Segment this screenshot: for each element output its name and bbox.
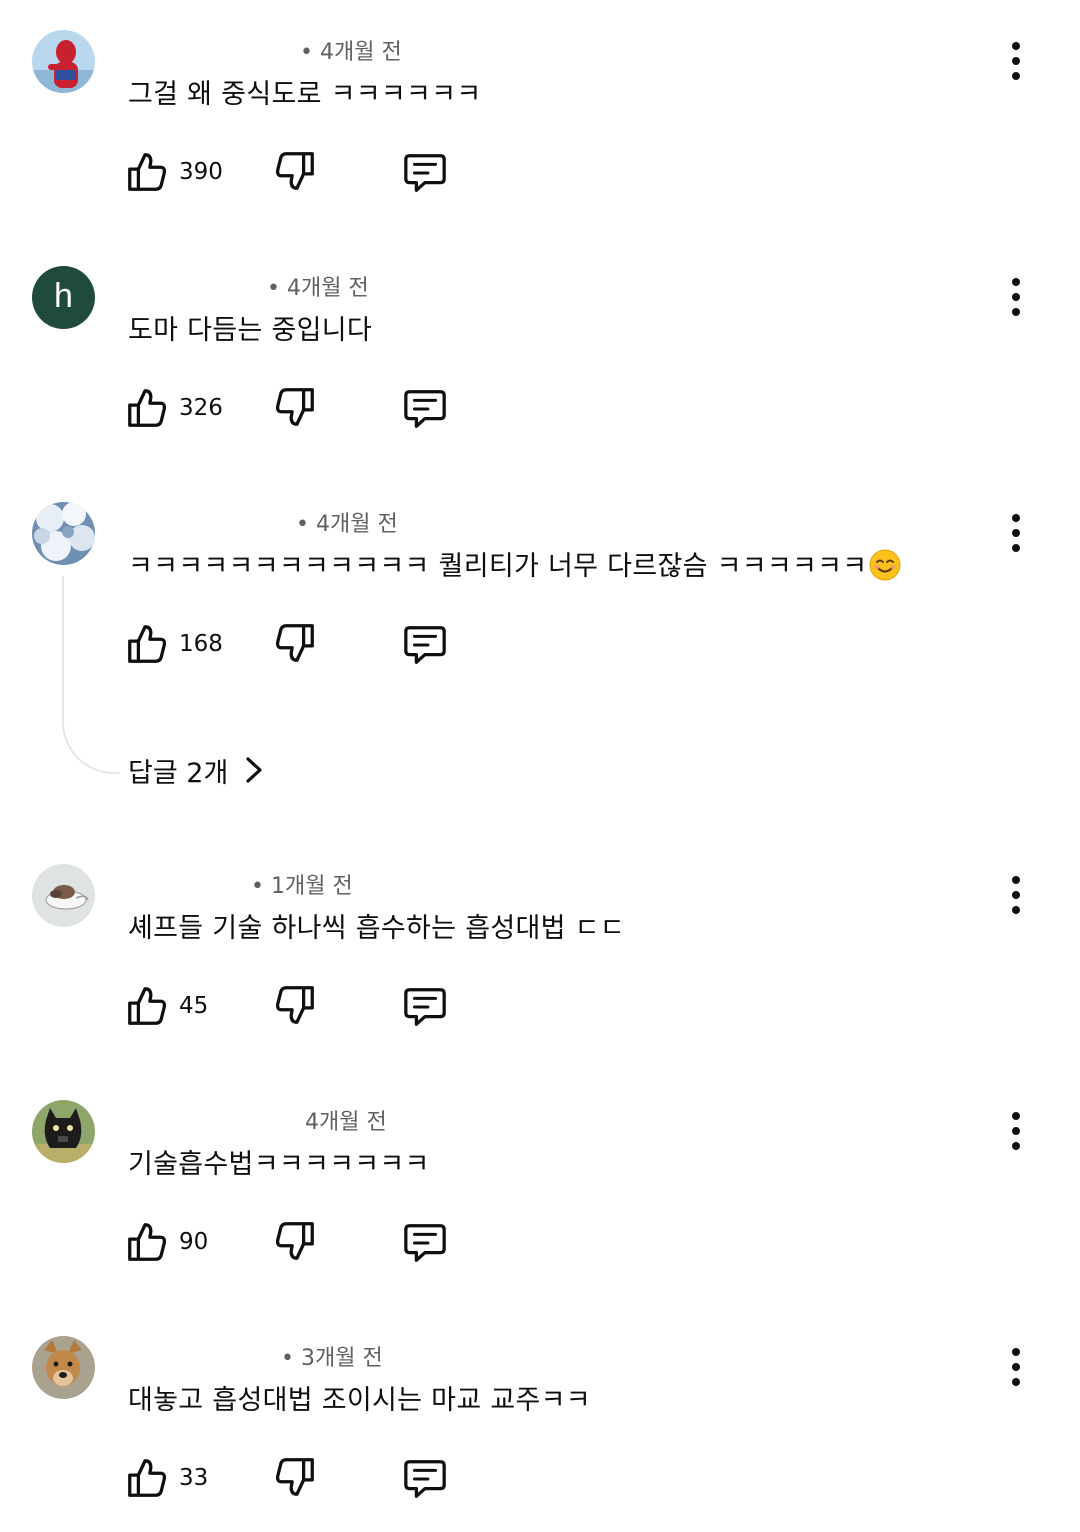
comment-reply-icon: [404, 988, 446, 1026]
comment-actions: 33: [124, 1454, 464, 1504]
comment-time: • 3개월 전: [281, 1346, 383, 1371]
dog-avatar-icon[interactable]: [32, 1336, 95, 1399]
like-button[interactable]: 326: [124, 384, 223, 432]
more-vertical-icon[interactable]: [1000, 1112, 1032, 1152]
like-count: 326: [179, 395, 223, 421]
thumbs-down-icon: [275, 152, 314, 190]
like-count: 33: [179, 1465, 209, 1491]
thumbs-down-icon: [275, 1222, 314, 1260]
comment-actions: 168: [124, 620, 464, 670]
reply-button[interactable]: [402, 984, 448, 1030]
comment-text: 그걸 왜 중식도로 ㅋㅋㅋㅋㅋㅋ: [128, 79, 482, 110]
replies-label: 답글 2개: [128, 757, 229, 789]
comment-text: 도마 다듬는 중입니다: [128, 315, 373, 346]
dislike-button[interactable]: [272, 1454, 318, 1500]
reply-button[interactable]: [402, 622, 448, 668]
cartoon-cat-avatar-icon[interactable]: [32, 1100, 95, 1163]
thumbs-up-icon: [128, 153, 167, 191]
comment-time: • 1개월 전: [251, 874, 353, 899]
like-button[interactable]: 33: [124, 1454, 208, 1502]
dislike-button[interactable]: [272, 1218, 318, 1264]
reply-button[interactable]: [402, 1220, 448, 1266]
comment-actions: 326: [124, 384, 464, 434]
comment-reply-icon: [404, 1224, 446, 1262]
more-vertical-icon[interactable]: [1000, 1348, 1032, 1388]
comment-actions: 390: [124, 148, 464, 198]
thumbs-up-icon: [128, 389, 167, 427]
more-vertical-icon[interactable]: [1000, 876, 1032, 916]
like-button[interactable]: 390: [124, 148, 223, 196]
view-replies-button[interactable]: 답글 2개: [128, 750, 266, 790]
like-count: 168: [179, 631, 223, 657]
thumbs-up-icon: [128, 1223, 167, 1261]
avatar-letter: h: [54, 277, 73, 315]
thumbs-down-icon: [275, 986, 314, 1024]
more-vertical-icon[interactable]: [1000, 278, 1032, 318]
dislike-button[interactable]: [272, 148, 318, 194]
thread-connector-line: [62, 576, 120, 774]
comment-time: • 4개월 전: [296, 512, 398, 537]
like-count: 45: [179, 993, 209, 1019]
comment-text: ㅋㅋㅋㅋㅋㅋㅋㅋㅋㅋㅋㅋ 퀄리티가 너무 다르잖슴 ㅋㅋㅋㅋㅋㅋ: [128, 544, 901, 588]
like-count: 90: [179, 1229, 209, 1255]
clouds-avatar-icon[interactable]: [32, 502, 95, 565]
like-count: 390: [179, 159, 223, 185]
like-button[interactable]: 168: [124, 620, 223, 668]
avatar[interactable]: h: [32, 266, 95, 329]
thumbs-up-icon: [128, 1459, 167, 1497]
comment-reply-icon: [404, 626, 446, 664]
comment-time: • 4개월 전: [267, 276, 369, 301]
like-button[interactable]: 90: [124, 1218, 208, 1266]
comment-time: 4개월 전: [305, 1110, 387, 1135]
more-vertical-icon[interactable]: [1000, 42, 1032, 82]
comment-actions: 90: [124, 1218, 464, 1268]
comment-reply-icon: [404, 154, 446, 192]
dislike-button[interactable]: [272, 982, 318, 1028]
comment-text-content: ㅋㅋㅋㅋㅋㅋㅋㅋㅋㅋㅋㅋ 퀄리티가 너무 다르잖슴 ㅋㅋㅋㅋㅋㅋ: [128, 551, 868, 582]
thumbs-down-icon: [275, 1458, 314, 1496]
comment-reply-icon: [404, 1460, 446, 1498]
thumbs-up-icon: [128, 625, 167, 663]
reply-button[interactable]: [402, 386, 448, 432]
comment-text: 기술흡수법ㅋㅋㅋㅋㅋㅋㅋ: [128, 1149, 430, 1180]
thumbs-down-icon: [275, 388, 314, 426]
reply-button[interactable]: [402, 1456, 448, 1502]
sleeping-animal-avatar-icon[interactable]: [32, 864, 95, 927]
comment-actions: 45: [124, 982, 464, 1032]
comment-text: 셰프들 기술 하나씩 흡수하는 흡성대법 ㄷㄷ: [128, 913, 625, 944]
spiderman-avatar-icon[interactable]: [32, 30, 95, 93]
smiling-face-emoji: [869, 549, 901, 588]
thumbs-up-icon: [128, 987, 167, 1025]
reply-button[interactable]: [402, 150, 448, 196]
comment-reply-icon: [404, 390, 446, 428]
more-vertical-icon[interactable]: [1000, 514, 1032, 554]
chevron-right-icon: [246, 757, 262, 783]
dislike-button[interactable]: [272, 620, 318, 666]
thumbs-down-icon: [275, 624, 314, 662]
dislike-button[interactable]: [272, 384, 318, 430]
comment-time: • 4개월 전: [300, 40, 402, 65]
like-button[interactable]: 45: [124, 982, 208, 1030]
comment-text: 대놓고 흡성대법 조이시는 마교 교주ㅋㅋ: [128, 1385, 591, 1416]
